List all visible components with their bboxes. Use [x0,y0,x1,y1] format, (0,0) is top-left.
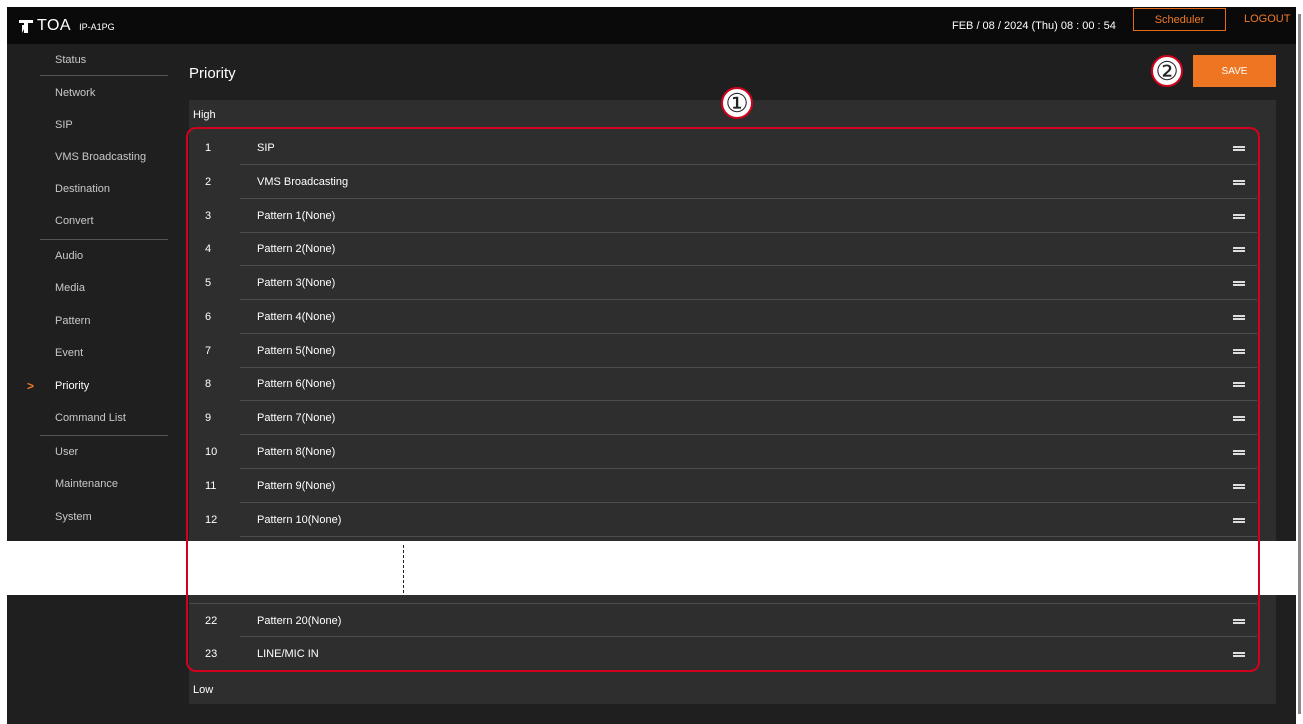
sidebar-item-sip[interactable]: SIP [7,109,168,141]
sidebar-item-media[interactable]: Media [7,272,168,304]
sidebar-item-audio[interactable]: Audio [7,240,168,272]
save-button[interactable]: SAVE [1193,55,1276,87]
sidebar: Status Network SIP VMS Broadcasting Dest… [7,44,168,541]
model-name: IP-A1PG [79,22,115,32]
page-title: Priority [189,65,236,82]
sidebar-item-command-list[interactable]: Command List [7,402,168,434]
top-bar: TOA IP-A1PG FEB / 08 / 2024 (Thu) 08 : 0… [7,7,1296,44]
sidebar-item-vms-broadcasting[interactable]: VMS Broadcasting [7,141,168,173]
callout-label: ② [1155,56,1179,86]
brand-name: TOA [37,17,72,34]
toa-logo-icon [19,19,33,33]
chevron-right-icon: > [27,379,35,393]
callout-highlight-box [186,127,1260,672]
toa-logo: TOA IP-A1PG [19,17,115,35]
sidebar-item-system[interactable]: System [7,501,168,533]
sidebar-item-network[interactable]: Network [7,77,168,109]
sidebar-item-user[interactable]: User [7,436,168,468]
sidebar-item-pattern[interactable]: Pattern [7,305,168,337]
sidebar-item-destination[interactable]: Destination [7,173,168,205]
logout-link[interactable]: LOGOUT [1244,13,1290,25]
sidebar-item-event[interactable]: Event [7,337,168,369]
scrollbar[interactable] [1298,14,1301,714]
sidebar-item-label: Priority [55,380,90,392]
sidebar-item-status[interactable]: Status [7,44,168,76]
callout-marker-1: ① [721,87,753,119]
sidebar-item-maintenance[interactable]: Maintenance [7,468,168,500]
datetime-display: FEB / 08 / 2024 (Thu) 08 : 00 : 54 [952,20,1116,32]
sidebar-item-convert[interactable]: Convert [7,205,168,237]
sidebar-divider [40,75,168,76]
callout-marker-2: ② [1151,55,1183,87]
high-label: High [193,109,216,121]
sidebar-item-priority[interactable]: > Priority [7,370,168,402]
scheduler-button[interactable]: Scheduler [1133,8,1226,31]
low-label: Low [193,684,214,696]
callout-label: ① [725,88,749,118]
